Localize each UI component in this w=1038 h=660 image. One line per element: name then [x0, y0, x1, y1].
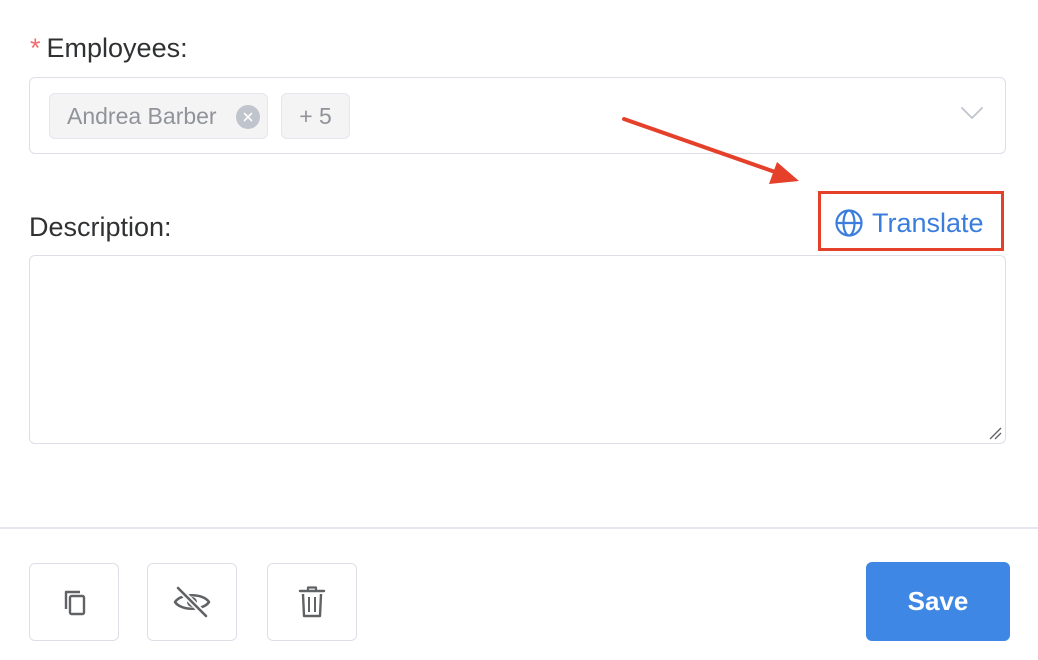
- chevron-down-icon[interactable]: [961, 106, 983, 120]
- employees-label-text: Employees:: [46, 33, 188, 63]
- more-employees-tag: + 5: [281, 93, 350, 139]
- hide-button[interactable]: [147, 563, 237, 641]
- save-button[interactable]: Save: [866, 562, 1010, 641]
- translate-label: Translate: [872, 207, 984, 238]
- employee-tag: Andrea Barber: [49, 93, 268, 139]
- resize-handle-icon[interactable]: [988, 426, 1002, 440]
- delete-button[interactable]: [267, 563, 357, 641]
- employees-select[interactable]: Andrea Barber + 5: [29, 77, 1006, 154]
- more-employees-count: + 5: [299, 102, 332, 129]
- copy-icon: [64, 590, 86, 616]
- eye-off-icon: [173, 585, 211, 619]
- description-label: Description:: [29, 212, 172, 242]
- employees-label: * Employees:: [30, 35, 188, 62]
- description-textarea[interactable]: [29, 255, 1006, 444]
- globe-icon: [835, 209, 863, 237]
- required-mark: *: [30, 33, 41, 63]
- close-icon[interactable]: [236, 105, 260, 129]
- footer-divider: [0, 527, 1038, 529]
- translate-link[interactable]: Translate: [834, 205, 984, 241]
- trash-icon: [298, 586, 326, 618]
- copy-button[interactable]: [29, 563, 119, 641]
- employee-tag-label: Andrea Barber: [67, 102, 217, 129]
